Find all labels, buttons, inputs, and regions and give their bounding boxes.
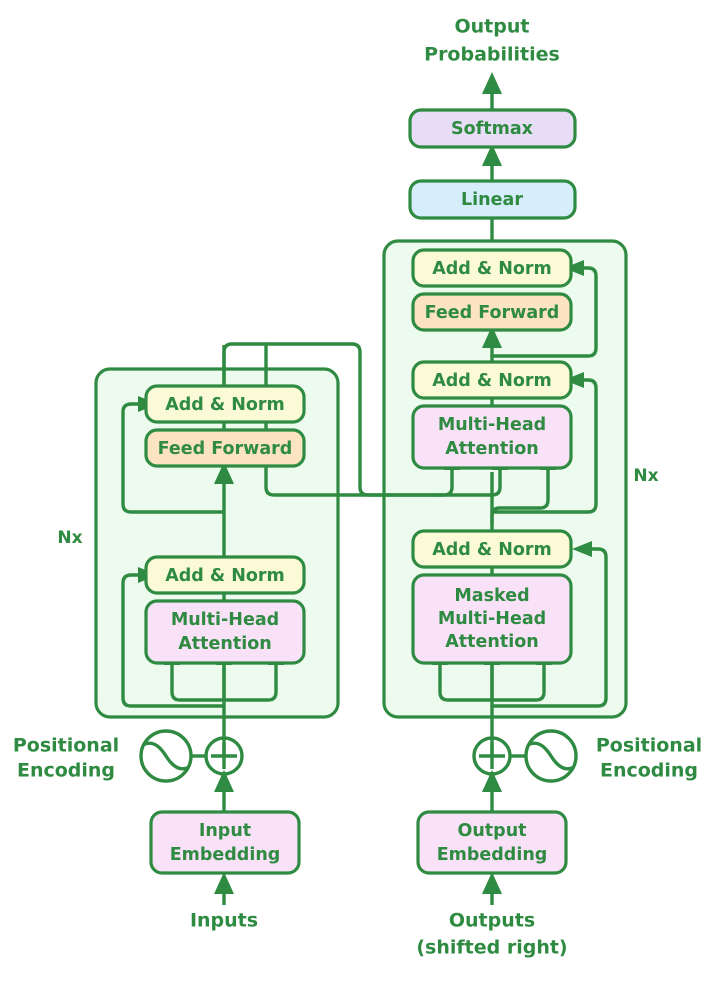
encoder-add-norm-top-label: Add & Norm [165, 395, 285, 415]
encoder-positional-encoding-label-line2: Encoding [17, 760, 115, 782]
inputs-to-embedding-arrow [214, 872, 234, 894]
output-embedding-block[interactable]: Output Embedding [416, 810, 568, 875]
decoder-add-norm-top[interactable]: Add & Norm [411, 248, 573, 288]
encoder-positional-encoding-label-line1: Positional [13, 735, 119, 757]
input-embedding-label-line1: Input [199, 821, 251, 841]
output-probabilities-line2: Probabilities [424, 44, 560, 66]
outputs-label-line1: Outputs [449, 910, 535, 932]
encoder-nx-label: Nx [57, 528, 82, 548]
decoder-masked-label-line2: Multi-Head [438, 609, 546, 629]
encoder-feed-forward[interactable]: Feed Forward [144, 428, 306, 468]
softmax-label: Softmax [451, 119, 534, 139]
encoder-mha-label-line2: Attention [178, 634, 271, 654]
decoder-add-norm-middle-label: Add & Norm [432, 371, 552, 391]
decoder-positional-encoding-label-line2: Encoding [600, 760, 698, 782]
decoder-positional-encoding-label-line1: Positional [596, 735, 702, 757]
decoder-add-norm-top-label: Add & Norm [432, 259, 552, 279]
encoder-mha-label-line1: Multi-Head [171, 610, 279, 630]
inputs-label: Inputs [190, 910, 258, 932]
decoder-add-norm-bottom[interactable]: Add & Norm [411, 529, 573, 569]
linear-label: Linear [461, 190, 523, 210]
input-embedding-block[interactable]: Input Embedding [149, 810, 301, 875]
encoder-positional-encoding-wave [143, 741, 189, 771]
output-embedding-label-line1: Output [457, 821, 526, 841]
output-embedding-label-line2: Embedding [437, 845, 548, 865]
softmax-block[interactable]: Softmax [408, 108, 577, 149]
decoder-positional-encoding-wave [528, 741, 574, 771]
outputs-to-embedding-arrow [482, 872, 502, 894]
encoder-feed-forward-label: Feed Forward [158, 439, 293, 459]
encoder-add-norm-bottom-label: Add & Norm [165, 566, 285, 586]
decoder-mha-label-line2: Attention [445, 439, 538, 459]
linear-block[interactable]: Linear [408, 179, 577, 220]
decoder-nx-label: Nx [633, 466, 658, 486]
encoder-multi-head-attention[interactable]: Multi-Head Attention [144, 599, 306, 665]
decoder-masked-multi-head-attention[interactable]: Masked Multi-Head Attention [411, 573, 573, 665]
architecture-svg: Add & Norm Feed Forward Add & Norm Multi… [13, 16, 702, 959]
encoder-add-norm-bottom[interactable]: Add & Norm [144, 555, 306, 595]
decoder-multi-head-attention[interactable]: Multi-Head Attention [411, 404, 573, 470]
softmax-to-output-arrow [482, 72, 502, 94]
outputs-label-line2: (shifted right) [416, 937, 567, 959]
decoder-feed-forward[interactable]: Feed Forward [411, 292, 573, 332]
decoder-mha-label-line1: Multi-Head [438, 415, 546, 435]
output-probabilities-line1: Output [455, 16, 530, 38]
encoder-add-norm-top[interactable]: Add & Norm [144, 384, 306, 424]
decoder-add-norm-bottom-label: Add & Norm [432, 540, 552, 560]
transformer-architecture-diagram: Add & Norm Feed Forward Add & Norm Multi… [0, 0, 715, 982]
decoder-masked-label-line1: Masked [454, 586, 529, 606]
decoder-masked-label-line3: Attention [445, 632, 538, 652]
input-embedding-label-line2: Embedding [170, 845, 281, 865]
decoder-add-norm-middle[interactable]: Add & Norm [411, 360, 573, 400]
decoder-feed-forward-label: Feed Forward [425, 303, 560, 323]
